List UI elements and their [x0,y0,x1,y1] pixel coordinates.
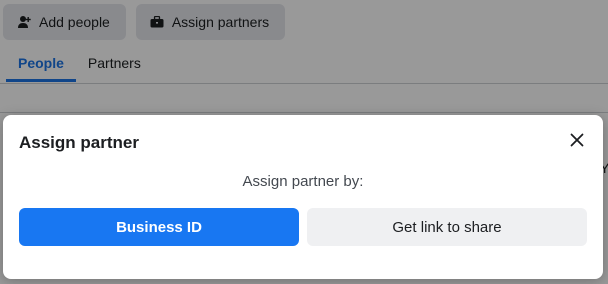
assign-partner-dialog: Assign partner Assign partner by: Busine… [3,115,603,279]
dialog-prompt: Assign partner by: [242,173,364,190]
dialog-title: Assign partner [19,133,139,152]
business-id-button[interactable]: Business ID [19,208,299,246]
close-icon [570,133,584,152]
close-button[interactable] [567,132,587,152]
get-link-button[interactable]: Get link to share [307,208,587,246]
